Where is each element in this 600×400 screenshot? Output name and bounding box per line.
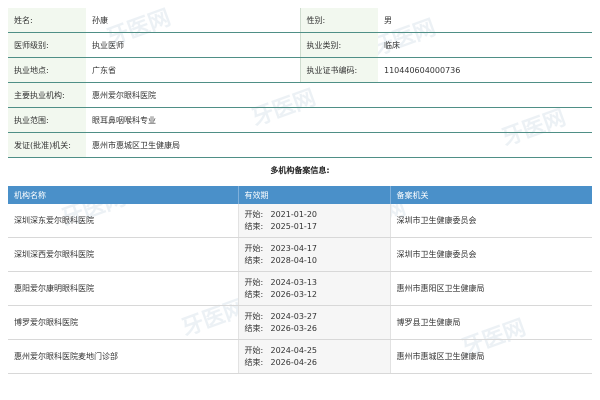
start-date: 2024-03-13 [270, 277, 318, 287]
column-header-validity: 有效期 [238, 186, 391, 204]
start-date: 2023-04-17 [270, 243, 318, 253]
institution-name: 深圳深西爱尔眼科医院 [8, 237, 238, 272]
info-row-main-institution: 主要执业机构: 惠州爱尔眼科医院 [8, 82, 592, 108]
institution-name: 惠州爱尔眼科医院麦地门诊部 [8, 339, 238, 374]
end-label: 结束: [244, 255, 264, 265]
start-date: 2024-03-27 [270, 311, 318, 321]
filing-authority: 惠州市惠城区卫生健康局 [390, 339, 592, 374]
gender-value: 男 [378, 8, 592, 33]
certificate-number-label: 执业证书编码: [299, 57, 378, 83]
table-row: 惠阳爱尔康明眼科医院 开始: 2024-03-13 结束: 2026-03-12 惠… [8, 271, 592, 306]
table-row: 深圳深西爱尔眼科医院 开始: 2023-04-17 结束: 2028-04-10 深… [8, 237, 592, 272]
table-row: 深圳深东爱尔眼科医院 开始: 2021-01-20 结束: 2025-01-17 深… [8, 204, 592, 238]
doctor-record-page: 姓名: 孙康 性别: 男 医师级别: 执业医师 执业类别: 临床 执业地点: 广… [8, 8, 592, 374]
start-date: 2021-01-20 [270, 209, 318, 219]
column-header-institution: 机构名称 [8, 186, 239, 204]
filing-authority: 博罗县卫生健康局 [390, 305, 592, 340]
certificate-number-value: 110440604000736 [378, 57, 592, 83]
filing-authority: 惠州市惠阳区卫生健康局 [390, 271, 592, 306]
end-date: 2025-01-17 [270, 221, 318, 231]
info-row-practice-scope: 执业范围: 眼耳鼻咽喉科专业 [8, 107, 592, 133]
table-row: 博罗爱尔眼科医院 开始: 2024-03-27 结束: 2026-03-26 博罗县… [8, 305, 592, 340]
practice-category-label: 执业类别: [299, 32, 378, 58]
start-label: 开始: [244, 277, 264, 287]
physician-level-label: 医师级别: [8, 32, 86, 58]
doctor-info-table: 姓名: 孙康 性别: 男 医师级别: 执业医师 执业类别: 临床 执业地点: 广… [8, 8, 592, 158]
practice-scope-value: 眼耳鼻咽喉科专业 [86, 107, 592, 133]
issuing-authority-value: 惠州市惠城区卫生健康局 [86, 132, 592, 158]
filing-authority: 深圳市卫生健康委员会 [390, 204, 592, 238]
end-label: 结束: [244, 357, 264, 367]
start-date: 2024-04-25 [270, 345, 318, 355]
end-date: 2026-03-26 [270, 323, 318, 333]
practice-location-label: 执业地点: [8, 57, 86, 83]
start-label: 开始: [244, 209, 264, 219]
start-label: 开始: [244, 311, 264, 321]
multi-institution-table: 机构名称 有效期 备案机关 深圳深东爱尔眼科医院 开始: 2021-01-20 结… [8, 186, 592, 374]
issuing-authority-label: 发证(批准)机关: [8, 132, 86, 158]
filing-authority: 深圳市卫生健康委员会 [390, 237, 592, 272]
multi-table-header: 机构名称 有效期 备案机关 [8, 186, 592, 204]
practice-location-value: 广东省 [86, 57, 300, 83]
validity-period: 开始: 2021-01-20 结束: 2025-01-17 [237, 204, 391, 238]
main-institution-label: 主要执业机构: [8, 82, 86, 108]
end-date: 2028-04-10 [270, 255, 318, 265]
main-institution-value: 惠州爱尔眼科医院 [86, 82, 592, 108]
gender-label: 性别: [299, 8, 378, 33]
validity-period: 开始: 2024-03-13 结束: 2026-03-12 [237, 271, 391, 306]
table-row: 惠州爱尔眼科医院麦地门诊部 开始: 2024-04-25 结束: 2026-04-2… [8, 339, 592, 374]
end-label: 结束: [244, 289, 264, 299]
name-value: 孙康 [86, 8, 300, 33]
start-label: 开始: [244, 243, 264, 253]
info-row-issuing-authority: 发证(批准)机关: 惠州市惠城区卫生健康局 [8, 132, 592, 158]
validity-period: 开始: 2024-03-27 结束: 2026-03-26 [237, 305, 391, 340]
start-label: 开始: [244, 345, 264, 355]
institution-name: 深圳深东爱尔眼科医院 [8, 204, 238, 238]
validity-period: 开始: 2023-04-17 结束: 2028-04-10 [237, 237, 391, 272]
multi-institution-title: 多机构备案信息: [270, 166, 330, 175]
info-row-level-category: 医师级别: 执业医师 执业类别: 临床 [8, 32, 592, 58]
practice-scope-label: 执业范围: [8, 107, 86, 133]
end-date: 2026-04-26 [270, 357, 318, 367]
physician-level-value: 执业医师 [86, 32, 300, 58]
institution-name: 博罗爱尔眼科医院 [8, 305, 238, 340]
info-row-location-cert: 执业地点: 广东省 执业证书编码: 110440604000736 [8, 57, 592, 83]
institution-name: 惠阳爱尔康明眼科医院 [8, 271, 238, 306]
name-label: 姓名: [8, 8, 86, 33]
info-row-name-gender: 姓名: 孙康 性别: 男 [8, 8, 592, 33]
column-header-authority: 备案机关 [390, 186, 592, 204]
end-date: 2026-03-12 [270, 289, 318, 299]
validity-period: 开始: 2024-04-25 结束: 2026-04-26 [237, 339, 391, 374]
practice-category-value: 临床 [378, 32, 592, 58]
end-label: 结束: [244, 323, 264, 333]
end-label: 结束: [244, 221, 264, 231]
